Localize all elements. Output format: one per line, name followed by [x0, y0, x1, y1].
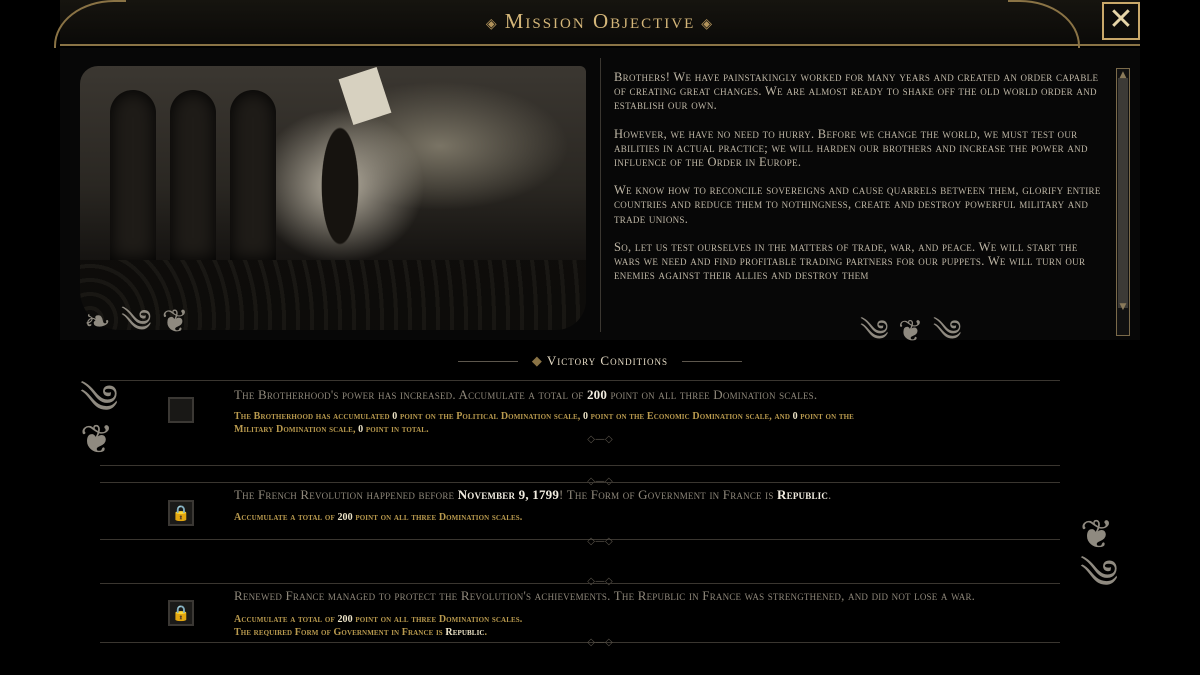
mission-panel: ❧ ༄ ❦ Brothers! We have painstakingly wo…: [60, 48, 1140, 349]
condition-value: Republic: [777, 487, 829, 502]
condition-detail: Accumulate a total of 200 point on all t…: [234, 512, 1030, 525]
close-button[interactable]: ✕: [1102, 2, 1140, 40]
separator-ornament-icon: ◇—◇: [587, 637, 613, 648]
arch-shape: [110, 90, 156, 260]
victory-title-text: Victory Conditions: [546, 353, 669, 368]
title-bar: ◈ Mission Objective ◈: [54, 0, 1140, 48]
scroll-down-icon[interactable]: ▼: [1116, 302, 1130, 312]
detail-text: point on all three Domination scales.: [352, 512, 523, 523]
condition-text-part: ! The Form of Government in France is: [559, 487, 778, 502]
title-ornament-icon: ◆: [531, 353, 547, 368]
detail-text: The Brotherhood has accumulated: [234, 411, 393, 422]
scroll-up-icon[interactable]: ▲: [1116, 70, 1130, 80]
story-paragraph: We know how to reconcile sovereigns and …: [614, 183, 1101, 226]
victory-condition: The Brotherhood's power has increased. A…: [100, 380, 1060, 466]
victory-conditions-title: ◆ Victory Conditions: [0, 353, 1200, 369]
condition-value: November 9, 1799: [457, 487, 560, 502]
orator-figure: [305, 86, 375, 286]
victory-condition: 🔒 Renewed France managed to protect the …: [100, 583, 1060, 643]
detail-text: Accumulate a total of: [234, 512, 338, 523]
scrollbar-thumb[interactable]: [1118, 78, 1128, 308]
close-icon: ✕: [1108, 2, 1134, 37]
detail-text: point on the Economic Domination scale, …: [588, 411, 793, 422]
detail-text: point on the Political Domination scale,: [397, 411, 583, 422]
story-paragraph: Brothers! We have painstakingly worked f…: [614, 70, 1099, 113]
condition-text-part: .: [828, 487, 832, 502]
arch-shape: [170, 90, 216, 260]
condition-detail: Accumulate a total of 200 point on all t…: [234, 614, 1030, 639]
detail-text: point on the: [797, 411, 854, 422]
panel-divider: [600, 58, 601, 332]
story-paragraph: However, we have no need to hurry. Befor…: [614, 126, 1088, 170]
condition-text: Renewed France managed to protect the Re…: [234, 588, 976, 603]
condition-checkbox: [168, 397, 194, 423]
title-ornament-right-icon: ◈: [701, 17, 715, 32]
flourish-right-icon: ༄ ❦ ༄: [860, 314, 962, 349]
detail-text: .: [484, 626, 488, 638]
detail-text: Military Domination scale,: [234, 423, 359, 435]
condition-text-part: point on all three Domination scales.: [607, 387, 818, 402]
condition-text-part: The Brotherhood's power has increased. A…: [234, 387, 587, 402]
detail-text: Accumulate a total of: [234, 614, 338, 625]
condition-value: 200: [586, 387, 608, 402]
separator-ornament-icon: ◇—◇: [587, 434, 613, 445]
arch-shape: [230, 90, 276, 260]
story-paragraph: So, let us test ourselves in the matters…: [614, 239, 1086, 283]
victory-condition: 🔒 The French Revolution happened before …: [100, 482, 1060, 540]
condition-text: The Brotherhood's power has increased. A…: [234, 388, 1050, 401]
lock-icon: 🔒: [168, 600, 194, 626]
title-text: Mission Objective: [504, 9, 696, 33]
lock-icon: 🔒: [168, 500, 194, 526]
condition-detail: The Brotherhood has accumulated 0 point …: [234, 411, 1030, 436]
window-title: ◈ Mission Objective ◈: [60, 9, 1140, 34]
detail-text: The required Form of Government in Franc…: [234, 626, 446, 638]
detail-value: 200: [337, 614, 353, 625]
detail-value: 200: [337, 512, 353, 523]
separator-ornament-icon: ◇—◇: [587, 536, 613, 547]
title-ornament-left-icon: ◈: [485, 17, 499, 32]
detail-value: Republic: [445, 626, 485, 638]
mission-story: Brothers! We have painstakingly worked f…: [614, 70, 1104, 284]
condition-text: The French Revolution happened before No…: [234, 488, 1050, 501]
condition-text-part: The French Revolution happened before: [234, 487, 458, 502]
detail-text: point in total.: [363, 423, 429, 435]
detail-text: point on all three Domination scales.: [352, 614, 523, 625]
